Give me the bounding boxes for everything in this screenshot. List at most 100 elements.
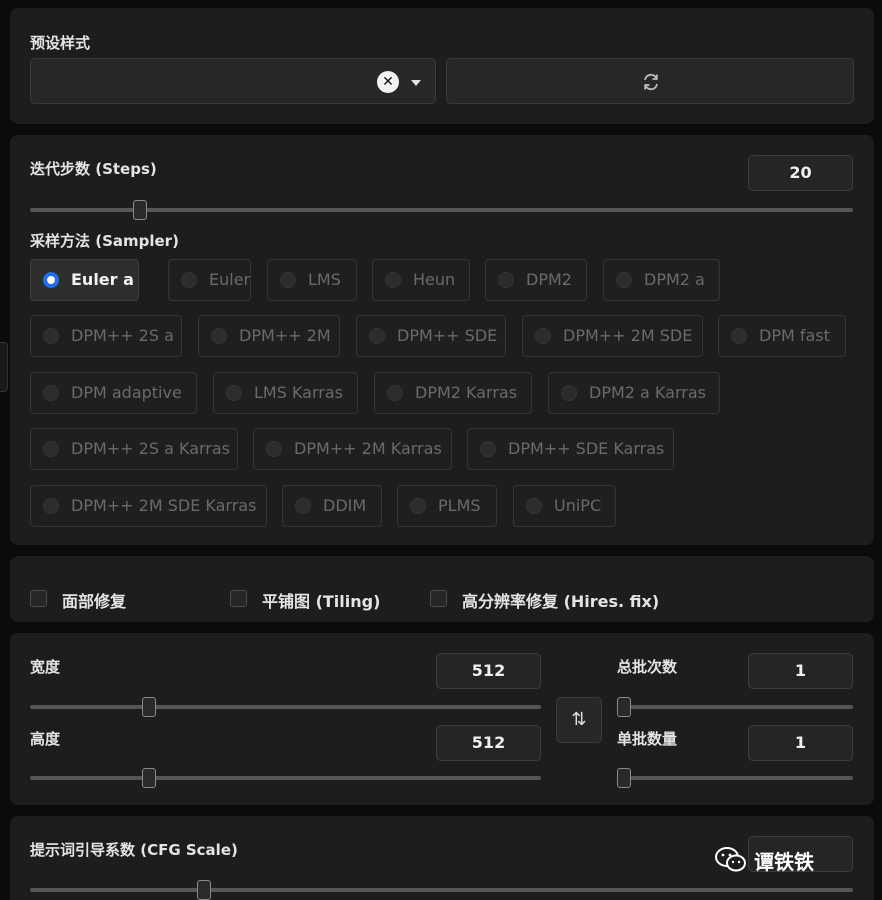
chevron-down-icon[interactable]: [411, 80, 421, 86]
preset-label: 预设样式: [30, 34, 91, 52]
radio-dot[interactable]: [561, 385, 577, 401]
preset-panel: 预设样式 ✕: [10, 8, 874, 124]
sampler-option-label: DPM++ 2S a: [71, 326, 174, 345]
hires-fix-box[interactable]: [430, 590, 447, 607]
radio-dot[interactable]: [498, 272, 514, 288]
width-slider-track[interactable]: [30, 705, 541, 709]
batch-size-slider-track[interactable]: [617, 776, 853, 780]
height-slider-thumb[interactable]: [142, 768, 156, 788]
tiling-label: 平铺图 (Tiling): [262, 592, 381, 611]
sampler-option-label: DPM++ SDE Karras: [508, 439, 665, 458]
tiling-box[interactable]: [230, 590, 247, 607]
face-restore-box[interactable]: [30, 590, 47, 607]
height-input[interactable]: 512: [436, 725, 541, 761]
batch-size-input[interactable]: 1: [748, 725, 853, 761]
batch-count-label: 总批次数: [617, 658, 678, 676]
side-panel-handle[interactable]: [0, 342, 8, 392]
radio-dot[interactable]: [387, 385, 403, 401]
steps-slider-thumb[interactable]: [133, 200, 147, 220]
options-panel: [10, 556, 874, 622]
sampler-option[interactable]: DDIM: [282, 485, 382, 527]
sampler-option[interactable]: DPM++ SDE Karras: [467, 428, 674, 470]
sampler-option-label: Heun: [413, 270, 456, 289]
sampler-option[interactable]: DPM2 a: [603, 259, 720, 301]
refresh-icon: [644, 73, 658, 91]
sampler-option[interactable]: DPM2 a Karras: [548, 372, 720, 414]
swap-vertical-icon: ⇅: [571, 709, 587, 730]
sampler-option[interactable]: Heun: [372, 259, 470, 301]
sampler-option[interactable]: DPM++ 2S a: [30, 315, 182, 357]
refresh-button[interactable]: [446, 58, 854, 104]
sampler-option-label: DPM++ 2M SDE: [563, 326, 693, 345]
sampler-option-label: DPM fast: [759, 326, 830, 345]
radio-dot[interactable]: [385, 272, 401, 288]
radio-dot[interactable]: [43, 441, 59, 457]
radio-dot[interactable]: [410, 498, 426, 514]
radio-dot[interactable]: [480, 441, 496, 457]
sampler-option[interactable]: DPM++ 2S a Karras: [30, 428, 238, 470]
sampler-option-label: DPM2 Karras: [415, 383, 518, 402]
radio-dot[interactable]: [181, 272, 197, 288]
batch-count-slider-track[interactable]: [617, 705, 853, 709]
preset-select[interactable]: ✕: [30, 58, 436, 104]
close-icon[interactable]: ✕: [377, 71, 399, 93]
radio-dot[interactable]: [616, 272, 632, 288]
sampler-option-label: DDIM: [323, 496, 367, 515]
sampler-option[interactable]: DPM fast: [718, 315, 846, 357]
sampler-option[interactable]: DPM++ SDE: [356, 315, 506, 357]
radio-dot[interactable]: [295, 498, 311, 514]
radio-dot[interactable]: [535, 328, 551, 344]
sampler-option[interactable]: DPM++ 2M SDE: [522, 315, 703, 357]
width-label: 宽度: [30, 658, 61, 676]
radio-dot[interactable]: [731, 328, 747, 344]
sampler-option[interactable]: LMS: [267, 259, 357, 301]
sampler-option[interactable]: UniPC: [513, 485, 616, 527]
sampler-option[interactable]: DPM2: [485, 259, 587, 301]
sampler-option-label: LMS Karras: [254, 383, 343, 402]
sampler-option-label: DPM adaptive: [71, 383, 182, 402]
sampler-option-label: Euler a: [71, 270, 134, 289]
watermark-text: 谭铁铁: [754, 850, 814, 874]
batch-count-input[interactable]: 1: [748, 653, 853, 689]
sampler-option-label: LMS: [308, 270, 341, 289]
sampler-option-label: DPM++ 2S a Karras: [71, 439, 231, 458]
steps-input[interactable]: 20: [748, 155, 853, 191]
sampler-option[interactable]: DPM++ 2M Karras: [253, 428, 452, 470]
radio-dot[interactable]: [369, 328, 385, 344]
width-slider-thumb[interactable]: [142, 697, 156, 717]
sampler-option[interactable]: DPM++ 2M SDE Karras: [30, 485, 267, 527]
cfg-slider-thumb[interactable]: [197, 880, 211, 900]
radio-dot[interactable]: [43, 328, 59, 344]
swap-dimensions-button[interactable]: ⇅: [556, 697, 602, 743]
sampler-option-label: UniPC: [554, 496, 602, 515]
sampler-option[interactable]: LMS Karras: [213, 372, 358, 414]
sampler-option-label: DPM++ 2M: [239, 326, 331, 345]
radio-dot[interactable]: [280, 272, 296, 288]
radio-dot[interactable]: [211, 328, 227, 344]
batch-count-slider-thumb[interactable]: [617, 697, 631, 717]
steps-slider-track[interactable]: [30, 208, 853, 212]
radio-dot[interactable]: [43, 498, 59, 514]
cfg-slider-track[interactable]: [30, 888, 853, 892]
radio-dot[interactable]: [43, 272, 59, 288]
sampler-option[interactable]: DPM2 Karras: [374, 372, 532, 414]
radio-dot[interactable]: [43, 385, 59, 401]
height-slider-track[interactable]: [30, 776, 541, 780]
sampler-option-label: DPM2: [526, 270, 572, 289]
radio-dot[interactable]: [526, 498, 542, 514]
watermark: 谭铁铁: [714, 842, 854, 878]
sampler-option[interactable]: Euler a: [30, 259, 139, 301]
radio-dot[interactable]: [266, 441, 282, 457]
sampler-option-label: DPM++ 2M Karras: [294, 439, 442, 458]
radio-dot[interactable]: [226, 385, 242, 401]
face-restore-label: 面部修复: [62, 592, 127, 611]
sampler-option[interactable]: DPM++ 2M: [198, 315, 340, 357]
sampler-option-label: DPM++ 2M SDE Karras: [71, 496, 257, 515]
sampler-option[interactable]: PLMS: [397, 485, 497, 527]
sampler-option[interactable]: DPM adaptive: [30, 372, 197, 414]
batch-size-slider-thumb[interactable]: [617, 768, 631, 788]
wechat-icon: [715, 847, 746, 872]
sampler-option-label: Euler: [209, 270, 251, 289]
width-input[interactable]: 512: [436, 653, 541, 689]
sampler-option[interactable]: Euler: [168, 259, 251, 301]
